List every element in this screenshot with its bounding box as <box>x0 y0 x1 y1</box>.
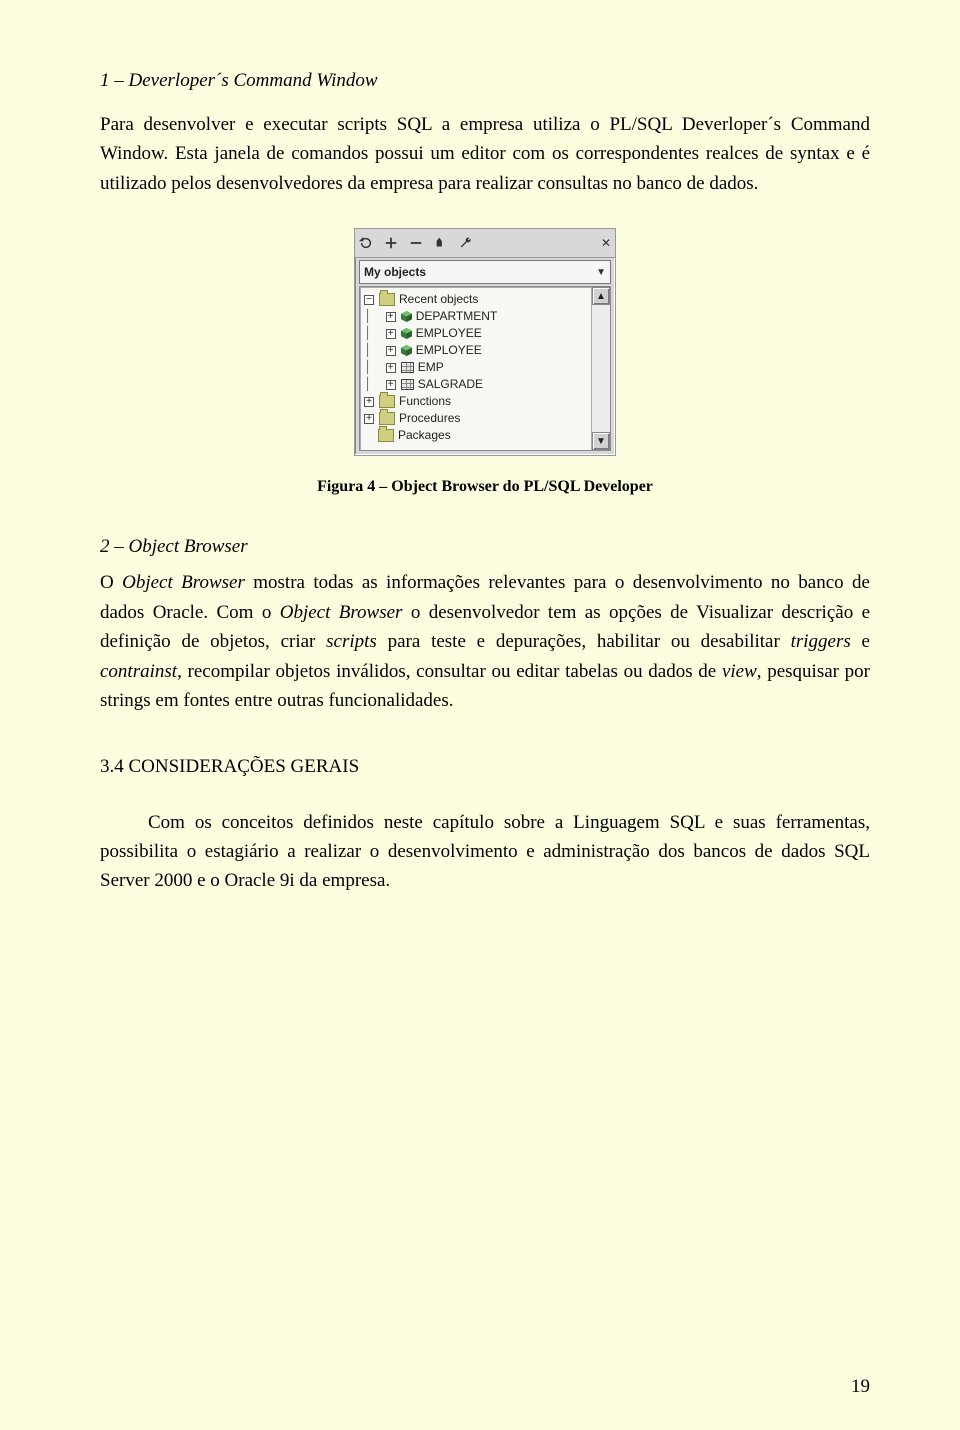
folder-icon <box>379 412 395 425</box>
object-browser-toolbar: ✕ <box>355 229 615 258</box>
expand-toggle[interactable]: + <box>386 329 396 339</box>
italic-term: Object Browser <box>280 602 403 623</box>
tree-item[interactable]: │ + SALGRADE <box>364 376 587 393</box>
document-page: 1 – Deverloper´s Command Window Para des… <box>0 0 960 1430</box>
tree-item-label: EMPLOYEE <box>416 342 482 359</box>
tree-guide: │ <box>364 325 386 342</box>
object-browser-panel: ✕ My objects ▼ − Recent objects │ + DEPARTM… <box>354 228 616 456</box>
plus-icon[interactable] <box>384 236 398 250</box>
expand-toggle[interactable]: + <box>386 363 396 373</box>
tree-item-label: Recent objects <box>399 291 478 308</box>
text-run: para teste e depurações, habilitar ou de… <box>377 631 791 652</box>
tree-guide: │ <box>364 376 386 393</box>
expand-toggle[interactable]: + <box>386 346 396 356</box>
object-filter-combo[interactable]: My objects ▼ <box>359 260 611 284</box>
tree-item[interactable]: + Functions <box>364 393 587 410</box>
tree-guide: │ <box>364 359 386 376</box>
italic-term: view <box>722 661 757 682</box>
tree-item[interactable]: │ + EMPLOYEE <box>364 325 587 342</box>
table-icon <box>401 379 414 390</box>
italic-term: contrainst <box>100 661 177 682</box>
page-number: 19 <box>851 1376 870 1398</box>
tree-item-label: EMP <box>418 359 444 376</box>
object-tree-pane: −Recent objects│ +DEPARTMENT│ +EMPLOYEE│… <box>359 286 611 451</box>
tree-item-label: Packages <box>398 427 451 444</box>
chevron-down-icon: ▼ <box>596 267 606 278</box>
combo-label: My objects <box>364 265 426 279</box>
scroll-down-button[interactable]: ▼ <box>592 432 610 450</box>
folder-icon <box>378 429 394 442</box>
tree-item-label: Functions <box>399 393 451 410</box>
text-run: O <box>100 572 122 593</box>
refresh-icon[interactable] <box>359 236 373 250</box>
section1-heading: 1 – Deverloper´s Command Window <box>100 70 870 92</box>
tree-item[interactable]: │ + DEPARTMENT <box>364 308 587 325</box>
section3-heading: 3.4 CONSIDERAÇÕES GERAIS <box>100 756 870 778</box>
section3-paragraph: Com os conceitos definidos neste capítul… <box>100 808 870 896</box>
section1-paragraph: Para desenvolver e executar scripts SQL … <box>100 110 870 198</box>
expand-toggle[interactable]: − <box>364 295 374 305</box>
cube-icon <box>401 328 412 339</box>
folder-icon <box>379 395 395 408</box>
tree-item-label: EMPLOYEE <box>416 325 482 342</box>
cube-icon <box>401 311 412 322</box>
tree-guide: │ <box>364 308 386 325</box>
search-icon[interactable] <box>434 236 448 250</box>
tree-guide: │ <box>364 342 386 359</box>
tree-item-label: SALGRADE <box>418 376 483 393</box>
scroll-track[interactable] <box>592 305 610 432</box>
tree-item[interactable]: Packages <box>364 427 587 444</box>
figure4: ✕ My objects ▼ − Recent objects │ + DEPARTM… <box>100 228 870 496</box>
close-icon[interactable]: ✕ <box>601 236 611 250</box>
object-tree[interactable]: −Recent objects│ +DEPARTMENT│ +EMPLOYEE│… <box>360 287 591 450</box>
table-icon <box>401 362 414 373</box>
expand-toggle[interactable]: + <box>364 414 374 424</box>
tree-item[interactable]: │ + EMP <box>364 359 587 376</box>
wrench-icon[interactable] <box>459 236 473 250</box>
tree-item-label: DEPARTMENT <box>416 308 498 325</box>
text-run: e <box>851 631 870 652</box>
tree-item-label: Procedures <box>399 410 460 427</box>
tree-item[interactable]: │ + EMPLOYEE <box>364 342 587 359</box>
minus-icon[interactable] <box>409 236 423 250</box>
section2-paragraph: O Object Browser mostra todas as informa… <box>100 568 870 715</box>
italic-term: scripts <box>326 631 377 652</box>
expand-toggle[interactable]: + <box>364 397 374 407</box>
section2-heading: 2 – Object Browser <box>100 536 870 558</box>
tree-item[interactable]: − Recent objects <box>364 291 587 308</box>
toolbar-left-group <box>359 236 473 250</box>
expand-toggle[interactable]: + <box>386 312 396 322</box>
cube-icon <box>401 345 412 356</box>
expand-toggle[interactable]: + <box>386 380 396 390</box>
folder-icon <box>379 293 395 306</box>
vertical-scrollbar[interactable]: ▲ ▼ <box>591 287 610 450</box>
scroll-up-button[interactable]: ▲ <box>592 287 610 305</box>
italic-term: triggers <box>791 631 851 652</box>
tree-item[interactable]: + Procedures <box>364 410 587 427</box>
italic-term: Object Browser <box>122 572 245 593</box>
figure4-caption: Figura 4 – Object Browser do PL/SQL Deve… <box>317 478 653 496</box>
text-run: , recompilar objetos inválidos, consulta… <box>177 661 722 682</box>
